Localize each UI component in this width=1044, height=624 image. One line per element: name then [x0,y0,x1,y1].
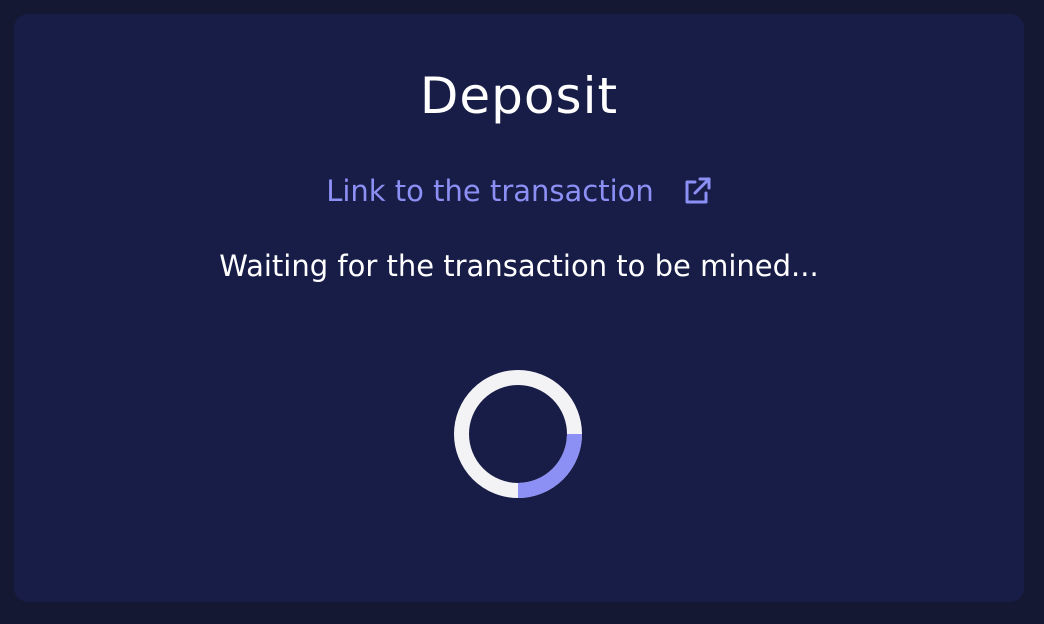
spinner-progress-arc [517,433,582,498]
transaction-link[interactable]: Link to the transaction [14,172,1024,210]
loading-spinner-icon [454,370,582,498]
external-link-icon [682,176,712,206]
transaction-link-label: Link to the transaction [326,174,654,208]
deposit-card: Deposit Link to the transaction Waiting … [14,14,1024,602]
status-message: Waiting for the transaction to be mined.… [219,249,819,283]
deposit-title: Deposit [419,67,619,125]
